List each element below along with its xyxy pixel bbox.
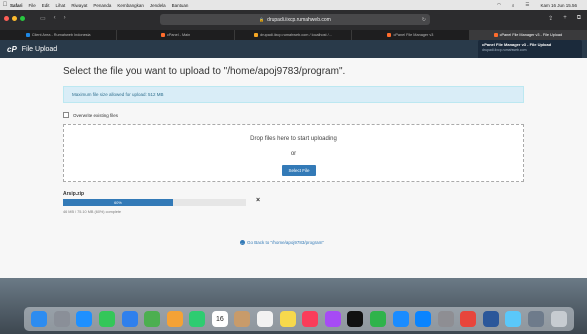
- macos-menubar:  Safari File Edit Lihat Riwayat Penanda…: [0, 0, 587, 10]
- max-size-text: Maximum file size allowed for upload: 51…: [72, 92, 164, 97]
- mail-app-icon[interactable]: [121, 311, 138, 327]
- menu-item-bookmarks[interactable]: Penanda: [93, 3, 111, 8]
- menu-item-view[interactable]: Lihat: [56, 3, 66, 8]
- chrome-app-icon[interactable]: [460, 311, 477, 327]
- preview-app-icon[interactable]: [528, 311, 544, 327]
- apple-menu-icon[interactable]: : [0, 2, 10, 8]
- select-file-button[interactable]: Select File: [282, 165, 316, 176]
- upload-content: Select the file you want to upload to "/…: [0, 58, 587, 278]
- tab-file-manager[interactable]: cPanel File Manager v3: [352, 30, 470, 40]
- menu-item-history[interactable]: Riwayat: [71, 3, 87, 8]
- app-menu[interactable]: Safari: [10, 3, 23, 8]
- or-text: or: [290, 151, 297, 157]
- favicon-icon: [493, 33, 498, 37]
- messages-app-icon[interactable]: [99, 311, 116, 327]
- browser-toolbar: ▭ ‹ › 🔒 drupadi.iixcp.rumahweb.com ↻ ⇪ +…: [0, 10, 587, 30]
- photos-app-icon[interactable]: [166, 311, 183, 327]
- tooltip-url: drupadi.iixcp.rumahweb.com: [482, 48, 527, 52]
- finder2-app-icon[interactable]: [505, 311, 522, 327]
- window-controls: [4, 16, 25, 21]
- status-icons: ◠ ⌕ ☰ Kam 16 Jun 15.56: [497, 0, 583, 10]
- facetime-app-icon[interactable]: [189, 311, 206, 327]
- back-icon[interactable]: ‹: [54, 15, 56, 22]
- tab-overview-icon[interactable]: ⧉: [577, 15, 581, 22]
- sidebar-toggle-icon[interactable]: ▭: [40, 15, 46, 22]
- menu-item-help[interactable]: Bantuan: [172, 3, 189, 8]
- minimize-window-button[interactable]: [12, 16, 17, 21]
- control-center-icon[interactable]: ☰: [525, 2, 529, 8]
- trash-app-icon[interactable]: [550, 311, 567, 327]
- upload-file-name: Arsip.zip: [63, 191, 85, 197]
- dock: 16: [24, 307, 574, 331]
- favicon-icon: [161, 33, 165, 37]
- keynote-app-icon[interactable]: [392, 311, 409, 327]
- favicon-icon: [25, 33, 30, 37]
- settings-app-icon[interactable]: [437, 311, 454, 327]
- menu-item-file[interactable]: File: [29, 3, 36, 8]
- go-back-link[interactable]: ← Go Back to "/home/apoj9783/program": [240, 240, 324, 245]
- finder-app-icon[interactable]: [31, 311, 48, 327]
- share-icon[interactable]: ⇪: [548, 15, 553, 22]
- cancel-upload-icon[interactable]: ×: [256, 197, 260, 204]
- forward-icon[interactable]: ›: [64, 15, 66, 22]
- appstore-app-icon[interactable]: [415, 311, 432, 327]
- toolbar-left: ▭ ‹ ›: [40, 15, 66, 22]
- favicon-icon: [254, 33, 259, 37]
- menu-item-develop[interactable]: Kembangkan: [117, 3, 144, 8]
- calendar-app-icon[interactable]: 16: [211, 311, 228, 327]
- clock[interactable]: Kam 16 Jun 15.56: [540, 3, 577, 8]
- page-title: File Upload: [21, 45, 58, 53]
- upload-progress-fill: 60%: [63, 199, 173, 206]
- go-back-icon: ←: [240, 240, 245, 245]
- upload-heading: Select the file you want to upload to "/…: [63, 66, 346, 77]
- favicon-icon: [387, 33, 392, 37]
- max-size-notice: Maximum file size allowed for upload: 51…: [63, 86, 524, 103]
- drop-zone[interactable]: Drop files here to start uploading or Se…: [63, 124, 524, 182]
- close-window-button[interactable]: [4, 16, 9, 21]
- tab-cpanel-main[interactable]: cPanel - Main: [117, 30, 235, 40]
- tab-bar: Client Area - Rumahweb Indonesia cPanel …: [0, 30, 587, 40]
- toolbar-right: ⇪ + ⧉: [548, 15, 581, 22]
- tv-app-icon[interactable]: [347, 311, 364, 327]
- numbers-app-icon[interactable]: [369, 311, 386, 327]
- menu-item-edit[interactable]: Edit: [42, 3, 50, 8]
- drop-zone-text: Drop files here to start uploading: [250, 136, 337, 142]
- music-app-icon[interactable]: [302, 311, 319, 327]
- maps-app-icon[interactable]: [144, 311, 161, 327]
- go-back-text: Go Back to "/home/apoj9783/program": [247, 240, 324, 245]
- overwrite-checkbox[interactable]: [63, 112, 69, 118]
- new-tab-icon[interactable]: +: [563, 15, 567, 22]
- notes-app-icon[interactable]: [279, 311, 296, 327]
- safari-app-icon[interactable]: [76, 311, 93, 327]
- tab-phpmyadmin[interactable]: drupadi.iixcp.rumahweb.com / localhost /…: [235, 30, 353, 40]
- launchpad-app-icon[interactable]: [53, 311, 70, 327]
- address-bar[interactable]: 🔒 drupadi.iixcp.rumahweb.com ↻: [160, 14, 430, 25]
- wifi-icon[interactable]: ◠: [497, 2, 501, 8]
- overwrite-label: Overwrite existing files: [73, 112, 119, 118]
- zoom-window-button[interactable]: [20, 16, 25, 21]
- lock-icon: 🔒: [259, 17, 265, 22]
- tab-client-area[interactable]: Client Area - Rumahweb Indonesia: [0, 30, 118, 40]
- contacts-app-icon[interactable]: [234, 311, 251, 327]
- tab-tooltip: cPanel File Manager v3 - File Upload dru…: [478, 40, 582, 60]
- upload-progress-bar: 60%: [63, 199, 246, 206]
- reload-icon[interactable]: ↻: [422, 17, 426, 23]
- overwrite-option[interactable]: Overwrite existing files: [63, 112, 118, 118]
- search-icon[interactable]: ⌕: [512, 3, 515, 8]
- cpanel-logo[interactable]: cP: [7, 45, 17, 54]
- menu-item-window[interactable]: Jendela: [150, 3, 166, 8]
- reminders-app-icon[interactable]: [257, 311, 274, 327]
- address-text: drupadi.iixcp.rumahweb.com: [267, 16, 331, 23]
- word-app-icon[interactable]: [482, 311, 499, 327]
- tab-file-upload[interactable]: cPanel File Manager v3 - File Upload: [469, 30, 587, 40]
- tooltip-title: cPanel File Manager v3 - File Upload: [482, 42, 552, 47]
- podcasts-app-icon[interactable]: [324, 311, 341, 327]
- upload-status: 46 MB / 75.10 MB (60%) complete: [63, 210, 122, 214]
